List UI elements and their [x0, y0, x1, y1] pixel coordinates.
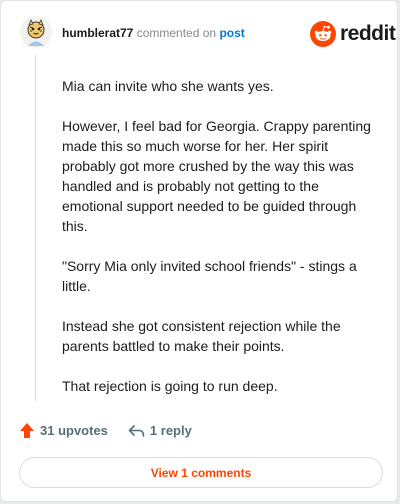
post-link[interactable]: post [219, 26, 244, 40]
reply-count: 1 reply [149, 423, 192, 438]
comment-paragraph: That rejection is going to run deep. [62, 378, 278, 394]
upvote-count: 31 upvotes [40, 423, 108, 438]
reply-button[interactable]: 1 reply [128, 423, 192, 438]
upvote-arrow-icon [20, 423, 34, 438]
reply-arrow-icon [128, 424, 145, 437]
user-avatar[interactable] [20, 16, 52, 48]
view-comments-button[interactable]: View 1 comments [19, 457, 383, 488]
comment-body: Mia can invite who she wants yes. Howeve… [62, 76, 382, 416]
comment-card: humblerat77 commented on post reddit Mia… [0, 0, 398, 502]
comment-action-text: commented on [136, 26, 217, 40]
comment-paragraph: Instead she got consistent rejection whi… [62, 318, 341, 354]
username[interactable]: humblerat77 [62, 26, 133, 40]
reddit-logo-icon [310, 21, 336, 47]
comment-paragraph: "Sorry Mia only invited school friends" … [62, 258, 357, 294]
comment-paragraph: Mia can invite who she wants yes. [62, 78, 274, 94]
view-comments-label: View 1 comments [150, 465, 252, 480]
avatar-icon [20, 16, 52, 48]
thread-line[interactable] [35, 55, 36, 401]
comment-actions: 31 upvotes 1 reply [19, 422, 192, 439]
reddit-wordmark: reddit [340, 22, 396, 45]
comment-meta: humblerat77 commented on post [62, 25, 245, 41]
comment-paragraph: However, I feel bad for Georgia. Crappy … [62, 118, 371, 234]
reddit-logo[interactable]: reddit [310, 21, 396, 47]
upvote-button[interactable]: 31 upvotes [19, 422, 108, 439]
